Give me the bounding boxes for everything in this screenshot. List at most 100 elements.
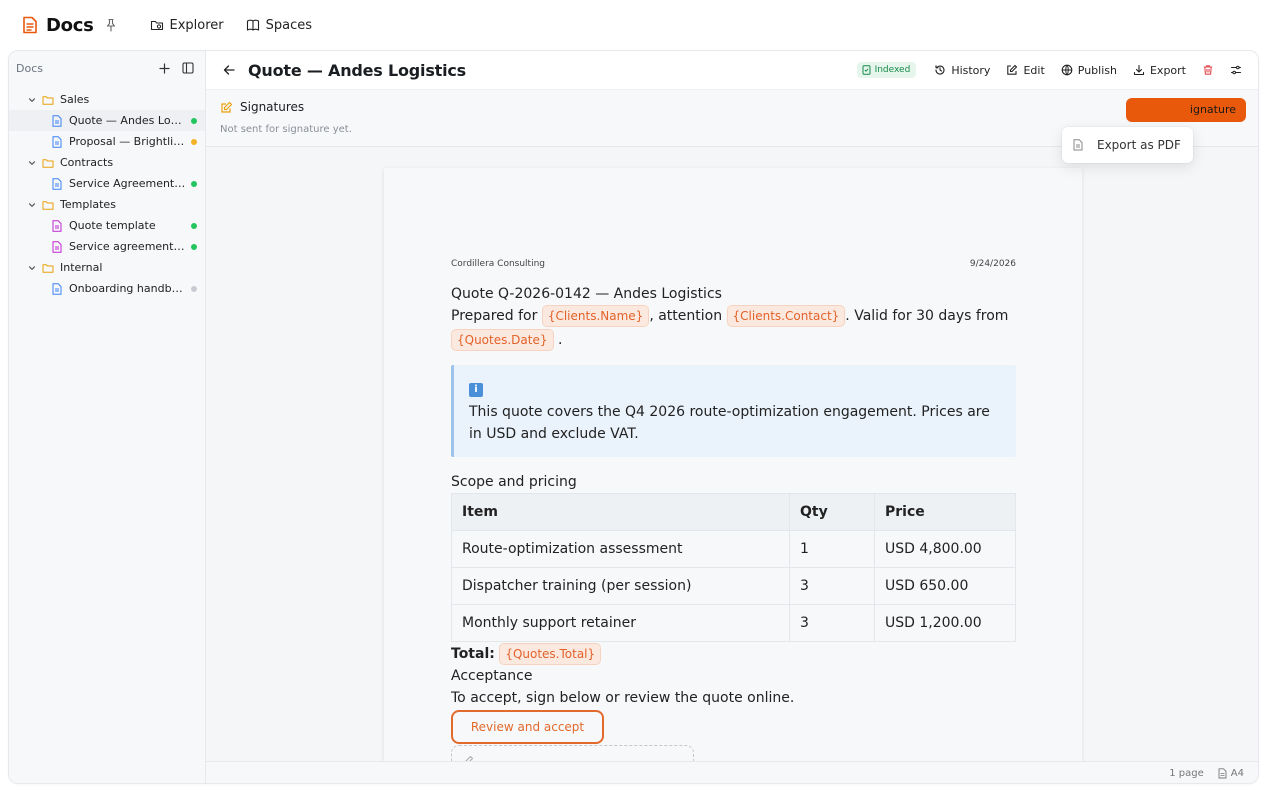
status-footer: 1 page A4 <box>206 761 1258 783</box>
sidebar-folder-label: Sales <box>60 93 90 106</box>
sidebar-folder[interactable]: Internal <box>9 257 205 278</box>
info-callout: i This quote covers the Q4 2026 route-op… <box>451 365 1016 457</box>
sidebar-folder[interactable]: Contracts <box>9 152 205 173</box>
collapse-sidebar-button[interactable] <box>179 59 197 77</box>
sidebar-doc[interactable]: Quote template <box>9 215 205 236</box>
nav-spaces-label: Spaces <box>265 17 313 33</box>
history-label: History <box>951 63 991 77</box>
file-text-icon <box>52 219 62 232</box>
status-dot <box>191 223 197 229</box>
sidebar-header: Docs <box>9 51 205 85</box>
status-dot <box>191 286 197 292</box>
table-cell: Route-optimization assessment <box>451 530 790 568</box>
brand[interactable]: Docs <box>22 15 94 36</box>
sidebar-folder[interactable]: Sales <box>9 89 205 110</box>
col-header-qty: Qty <box>789 493 875 531</box>
folder-icon <box>42 200 54 210</box>
sidebar-title: Docs <box>16 61 43 75</box>
main-panel: Quote — Andes Logistics Indexed History … <box>206 51 1258 783</box>
export-button[interactable]: Export <box>1127 60 1192 81</box>
sidebar-folder[interactable]: Templates <box>9 194 205 215</box>
document-date: 9/24/2026 <box>969 259 1016 269</box>
table-cell: 1 <box>789 530 875 568</box>
top-nav: Explorer Spaces <box>142 14 321 37</box>
sidebar-doc[interactable]: Proposal — Brightline Media <box>9 131 205 152</box>
date-line: {Quotes.Date} . <box>451 329 1016 351</box>
sidebar-doc-label: Onboarding handbook <box>69 282 187 295</box>
chevron-down-icon[interactable] <box>27 95 37 105</box>
callout-text: This quote covers the Q4 2026 route-opti… <box>469 404 990 442</box>
table-row: Route-optimization assessment 1 USD 4,80… <box>451 530 1016 568</box>
edit-icon <box>1007 64 1018 75</box>
var-quote-date[interactable]: {Quotes.Date} <box>451 329 554 351</box>
export-label: Export <box>1149 63 1186 77</box>
sidebar-doc[interactable]: Quote — Andes Logistics <box>9 110 205 131</box>
chevron-down-icon[interactable] <box>27 263 37 273</box>
document-page: Cordillera Consulting 9/24/2026 Quote Q-… <box>384 168 1082 761</box>
doc-tree: Sales Quote — Andes Logistics Proposal — B… <box>9 85 205 299</box>
doc-title: Quote — Andes Logistics <box>248 60 466 80</box>
sidebar-doc[interactable]: Onboarding handbook <box>9 278 205 299</box>
history-button[interactable]: History <box>928 60 996 81</box>
status-dot <box>191 244 197 250</box>
indexed-badge: Indexed <box>856 62 917 78</box>
pin-icon[interactable] <box>104 18 118 32</box>
plus-icon <box>158 62 170 74</box>
file-text-icon <box>52 240 62 253</box>
var-quote-total[interactable]: {Quotes.Total} <box>499 643 602 665</box>
back-arrow-icon[interactable] <box>222 63 236 77</box>
app-bar: Docs Explorer Spaces <box>0 0 1267 50</box>
publish-button[interactable]: Publish <box>1055 60 1123 81</box>
chevron-down-icon[interactable] <box>27 158 37 168</box>
var-client-contact[interactable]: {Clients.Contact} <box>726 305 846 327</box>
table-header-row: Item Qty Price <box>451 493 1016 531</box>
sidebar: Docs Sales Quote — Andes Logistics Proposa… <box>9 51 206 783</box>
signatures-heading: Signatures <box>220 100 1246 114</box>
doc-actions: Indexed History Edit Publish Export <box>856 60 1258 81</box>
trash-icon <box>1203 65 1213 75</box>
nav-explorer[interactable]: Explorer <box>142 14 232 37</box>
sidebar-doc[interactable]: Service agreement template <box>9 236 205 257</box>
prepared-line: Prepared for {Clients.Name}, attention {… <box>451 305 1016 327</box>
var-client-name[interactable]: {Clients.Name} <box>541 305 650 327</box>
page-icon <box>1218 768 1227 779</box>
add-doc-button[interactable] <box>155 59 173 77</box>
document-icon <box>23 16 37 34</box>
review-accept-button[interactable]: Review and accept <box>451 710 604 744</box>
request-signature-button[interactable]: ignature <box>1126 98 1246 122</box>
signature-field[interactable] <box>451 745 694 761</box>
edit-button[interactable]: Edit <box>1000 60 1050 81</box>
sidebar-folder-label: Contracts <box>60 156 114 169</box>
chevron-down-icon[interactable] <box>27 200 37 210</box>
signatures-title: Signatures <box>240 100 305 114</box>
table-cell: USD 1,200.00 <box>874 604 1016 642</box>
attention-text: , attention <box>649 308 723 324</box>
prepared-for-text: Prepared for <box>451 308 538 324</box>
file-icon <box>1073 139 1083 151</box>
history-icon <box>935 65 945 75</box>
col-header-price: Price <box>874 493 1016 531</box>
sidebar-panel-icon <box>182 62 194 74</box>
nav-spaces[interactable]: Spaces <box>238 14 320 37</box>
company-name: Cordillera Consulting <box>451 259 545 269</box>
pricing-table: Item Qty Price Route-optimization assess… <box>451 493 1016 642</box>
sliders-icon <box>1230 65 1242 75</box>
folder-icon <box>42 95 54 105</box>
table-row: Dispatcher training (per session) 3 USD … <box>451 567 1016 605</box>
globe-icon <box>1061 64 1073 76</box>
app-title: Docs <box>46 14 94 36</box>
file-text-icon <box>52 114 62 127</box>
signatures-bar: Signatures Not sent for signature yet. i… <box>206 90 1258 163</box>
export-pdf-item[interactable]: Export as PDF <box>1097 138 1181 152</box>
sidebar-folder-label: Templates <box>60 198 116 211</box>
sidebar-doc[interactable]: Service Agreement — Andes <box>9 173 205 194</box>
doc-header: Quote — Andes Logistics Indexed History … <box>206 51 1258 90</box>
table-cell: USD 650.00 <box>874 567 1016 605</box>
publish-label: Publish <box>1077 63 1117 77</box>
settings-button[interactable] <box>1224 60 1248 80</box>
acceptance-heading: Acceptance <box>451 668 533 684</box>
sidebar-doc-label: Quote — Andes Logistics <box>69 114 187 127</box>
page-count: 1 page <box>1169 768 1204 779</box>
delete-button[interactable] <box>1196 60 1220 80</box>
table-cell: Monthly support retainer <box>451 604 790 642</box>
